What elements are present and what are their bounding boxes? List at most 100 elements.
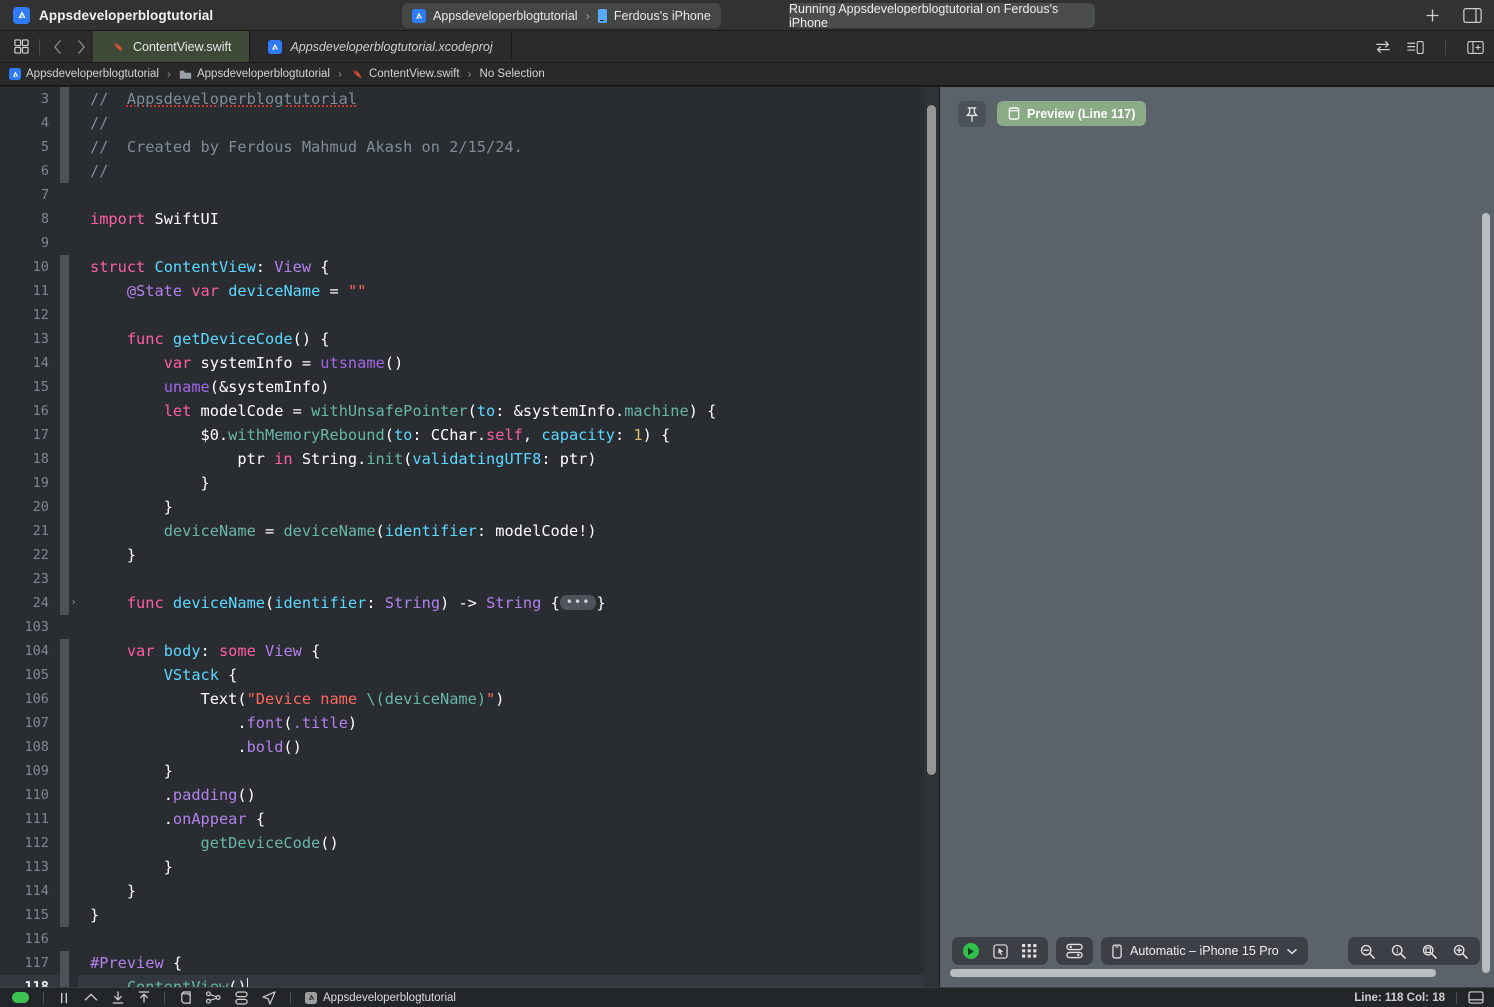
fold-marker[interactable] <box>69 543 78 567</box>
code-line[interactable]: 16 let modelCode = withUnsafePointer(to:… <box>0 399 939 423</box>
code-text[interactable]: .onAppear { <box>78 807 939 831</box>
fold-marker[interactable] <box>69 951 78 975</box>
fold-marker[interactable] <box>69 879 78 903</box>
code-line[interactable]: 7 <box>0 183 939 207</box>
code-text[interactable]: } <box>78 855 939 879</box>
chevron-down-icon[interactable] <box>1287 948 1297 955</box>
code-text[interactable]: Text("Device name \(deviceName)") <box>78 687 939 711</box>
fold-marker[interactable] <box>69 807 78 831</box>
navigate-forward-icon[interactable] <box>69 34 93 60</box>
destination-name[interactable]: Ferdous's iPhone <box>614 9 711 23</box>
code-text[interactable] <box>78 567 939 591</box>
editor-vertical-scrollbar[interactable] <box>927 105 936 775</box>
code-line[interactable]: 108 .bold() <box>0 735 939 759</box>
code-text[interactable] <box>78 927 939 951</box>
fold-marker[interactable] <box>69 327 78 351</box>
pin-preview-button[interactable] <box>958 101 986 127</box>
step-into-icon[interactable] <box>112 991 124 1004</box>
step-out-icon[interactable] <box>138 991 150 1004</box>
code-text[interactable] <box>78 231 939 255</box>
fold-marker[interactable] <box>69 423 78 447</box>
code-line[interactable]: 11 @State var deviceName = "" <box>0 279 939 303</box>
code-line[interactable]: 8 import SwiftUI <box>0 207 939 231</box>
location-simulate-icon[interactable] <box>262 991 276 1005</box>
fold-marker[interactable] <box>69 135 78 159</box>
fold-marker[interactable] <box>69 399 78 423</box>
code-line[interactable]: 21 deviceName = deviceName(identifier: m… <box>0 519 939 543</box>
code-line[interactable]: 13 func getDeviceCode() { <box>0 327 939 351</box>
code-line[interactable]: 115 } <box>0 903 939 927</box>
fold-marker[interactable] <box>69 735 78 759</box>
fold-marker[interactable] <box>69 855 78 879</box>
fold-marker[interactable] <box>69 159 78 183</box>
fold-marker[interactable] <box>69 927 78 951</box>
toggle-inspector-icon[interactable] <box>1463 7 1482 24</box>
code-line[interactable]: 14 var systemInfo = utsname() <box>0 351 939 375</box>
fold-marker[interactable] <box>69 687 78 711</box>
adjust-editor-swap-icon[interactable] <box>1375 40 1391 54</box>
fold-marker[interactable] <box>69 303 78 327</box>
code-text[interactable]: uname(&systemInfo) <box>78 375 939 399</box>
code-text[interactable]: // Created by Ferdous Mahmud Akash on 2/… <box>78 135 939 159</box>
memory-graph-icon[interactable] <box>179 991 192 1005</box>
code-text[interactable]: let modelCode = withUnsafePointer(to: &s… <box>78 399 939 423</box>
code-text[interactable]: VStack { <box>78 663 939 687</box>
code-text[interactable]: // <box>78 111 939 135</box>
add-editor-icon[interactable] <box>1424 7 1441 24</box>
breadcrumb-item-file[interactable]: ContentView.swift <box>350 67 460 81</box>
code-line[interactable]: 116 <box>0 927 939 951</box>
environment-overrides-icon[interactable] <box>235 991 248 1005</box>
zoom-in-icon[interactable] <box>1453 944 1468 959</box>
code-line[interactable]: 10 struct ContentView: View { <box>0 255 939 279</box>
breadcrumb-item-project[interactable]: Appsdeveloperblogtutorial <box>9 68 159 80</box>
zoom-to-fit-icon[interactable] <box>1422 944 1437 959</box>
variants-grid-icon[interactable] <box>1022 944 1037 958</box>
fold-marker[interactable] <box>69 903 78 927</box>
fold-marker[interactable] <box>69 831 78 855</box>
pause-icon[interactable] <box>58 992 70 1004</box>
code-line[interactable]: 22 } <box>0 543 939 567</box>
fold-marker[interactable] <box>69 711 78 735</box>
code-line[interactable]: 107 .font(.title) <box>0 711 939 735</box>
code-text[interactable]: var body: some View { <box>78 639 939 663</box>
code-text[interactable]: getDeviceCode() <box>78 831 939 855</box>
fold-marker[interactable]: › <box>69 591 78 615</box>
code-line[interactable]: 15 uname(&systemInfo) <box>0 375 939 399</box>
debug-status-pill[interactable] <box>12 992 29 1003</box>
scheme-destination-control[interactable]: Appsdeveloperblogtutorial › Ferdous's iP… <box>402 3 721 28</box>
preview-vertical-scrollbar[interactable] <box>1482 213 1490 973</box>
code-text[interactable]: } <box>78 543 939 567</box>
fold-marker[interactable] <box>69 615 78 639</box>
code-text[interactable]: #Preview { <box>78 951 939 975</box>
breadcrumb-item-selection[interactable]: No Selection <box>480 68 545 80</box>
code-text[interactable]: } <box>78 759 939 783</box>
fold-marker[interactable] <box>69 759 78 783</box>
code-text[interactable]: // <box>78 159 939 183</box>
code-line[interactable]: 105 VStack { <box>0 663 939 687</box>
code-text[interactable] <box>78 303 939 327</box>
fold-marker[interactable] <box>69 87 78 111</box>
code-text[interactable]: } <box>78 495 939 519</box>
code-line[interactable]: 104 var body: some View { <box>0 639 939 663</box>
fold-marker[interactable] <box>69 471 78 495</box>
fold-marker[interactable] <box>69 351 78 375</box>
zoom-actual-size-icon[interactable]: 1 <box>1391 944 1406 959</box>
fold-marker[interactable] <box>69 975 78 987</box>
preview-device-selector[interactable]: Automatic – iPhone 15 Pro <box>1101 937 1308 965</box>
code-text[interactable]: ContentView() <box>78 975 939 987</box>
fold-marker[interactable] <box>69 375 78 399</box>
fold-marker[interactable] <box>69 207 78 231</box>
code-line[interactable]: 12 <box>0 303 939 327</box>
code-text[interactable]: // Appsdeveloperblogtutorial <box>78 87 939 111</box>
view-hierarchy-icon[interactable] <box>206 991 221 1004</box>
editor-scrollbar-track[interactable] <box>924 87 939 987</box>
code-line[interactable]: 24 › func deviceName(identifier: String)… <box>0 591 939 615</box>
preview-line-badge[interactable]: Preview (Line 117) <box>997 101 1146 126</box>
code-line[interactable]: 18 ptr in String.init(validatingUTF8: pt… <box>0 447 939 471</box>
preview-canvas[interactable]: Preview (Line 117) Device name SIMULATOR <box>940 87 1494 987</box>
add-editor-on-right-icon[interactable] <box>1467 40 1484 55</box>
code-line[interactable]: 111 .onAppear { <box>0 807 939 831</box>
preview-horizontal-scrollbar[interactable] <box>950 969 1436 977</box>
fold-marker[interactable] <box>69 783 78 807</box>
code-text[interactable]: .font(.title) <box>78 711 939 735</box>
